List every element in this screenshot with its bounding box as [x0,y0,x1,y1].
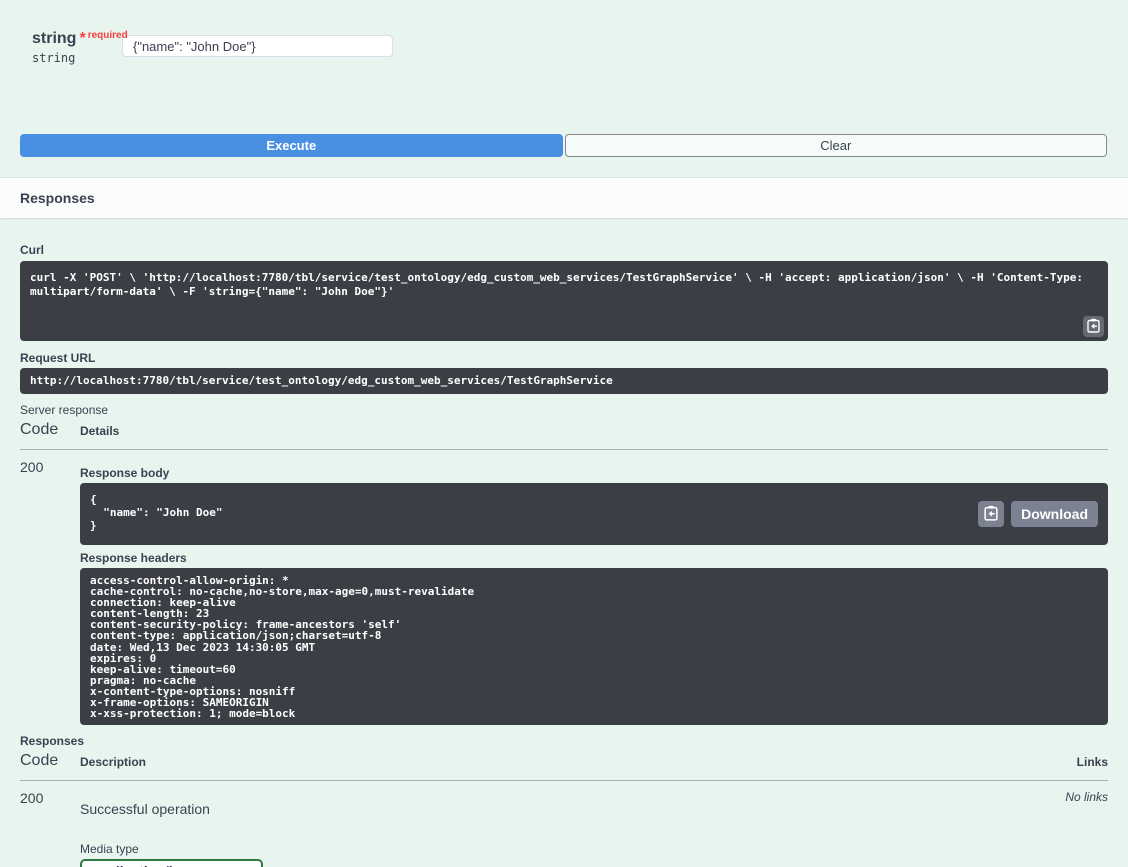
parameter-row: string*required string [32,30,1108,65]
documented-status-code: 200 [20,781,80,867]
responses-section-header: Responses [0,178,1128,218]
responses-table-header: Code Description Links [20,752,1108,770]
curl-command-block: curl -X 'POST' \ 'http://localhost:7780/… [20,261,1108,341]
response-headers-text: access-control-allow-origin: * cache-con… [90,575,1098,719]
clipboard-copy-icon [984,505,998,524]
response-headers-block: access-control-allow-origin: * cache-con… [80,568,1108,725]
response-description: Successful operation [80,781,1065,817]
documented-description-cell: Successful operation Media type applicat… [80,781,1065,867]
response-status-code: 200 [20,450,80,725]
curl-label: Curl [20,243,1108,257]
media-type-control: application/json [80,859,263,867]
responses-content: Curl curl -X 'POST' \ 'http://localhost:… [0,243,1128,867]
required-label: required [88,30,128,41]
string-parameter-input[interactable] [122,35,393,57]
parameter-type: string [32,51,122,65]
details-column-header: Details [80,423,119,439]
server-response-row: 200 Response body { "name": "John Doe" } [20,450,1108,725]
response-details-cell: Response body { "name": "John Doe" } [80,450,1108,725]
server-response-label: Server response [20,403,1108,417]
parameter-name-text: string [32,30,76,47]
parameter-name-column: string*required string [32,30,122,65]
request-url-label: Request URL [20,351,1108,365]
links-column-header: Links [1038,754,1108,770]
response-body-text: { "name": "John Doe" } [90,493,1098,532]
responses-section-title: Responses [20,190,95,206]
server-response-table-header: Code Details [20,421,1108,439]
copy-curl-button[interactable] [1083,316,1104,337]
execute-button[interactable]: Execute [20,134,563,157]
required-asterisk: * [79,30,85,47]
clipboard-copy-icon [1087,318,1100,336]
response-body-label: Response body [80,450,1108,480]
code-column-header: Code [20,421,80,439]
copy-response-button[interactable] [978,501,1004,527]
response-links: No links [1065,781,1108,867]
responses-table-label: Responses [20,734,1108,748]
response-body-block: { "name": "John Doe" } Downl [80,483,1108,545]
documented-response-row: 200 Successful operation Media type appl… [20,781,1108,867]
parameter-name: string*required [32,30,122,48]
request-url-block: http://localhost:7780/tbl/service/test_o… [20,368,1108,394]
response-body-actions: Download [978,501,1098,527]
parameters-section: string*required string [0,0,1128,65]
execute-button-row: Execute Clear [20,134,1107,157]
curl-command-text: curl -X 'POST' \ 'http://localhost:7780/… [30,271,1098,298]
download-button[interactable]: Download [1011,501,1098,527]
description-column-header: Description [80,754,1038,770]
clear-button[interactable]: Clear [565,134,1108,157]
swagger-operation-panel: string*required string Execute Clear Res… [0,0,1128,867]
media-type-label: Media type [80,842,1065,856]
request-url-value: http://localhost:7780/tbl/service/test_o… [30,375,1098,387]
response-headers-label: Response headers [80,551,1108,565]
code-column-header: Code [20,752,80,770]
media-type-select[interactable]: application/json [80,859,263,867]
